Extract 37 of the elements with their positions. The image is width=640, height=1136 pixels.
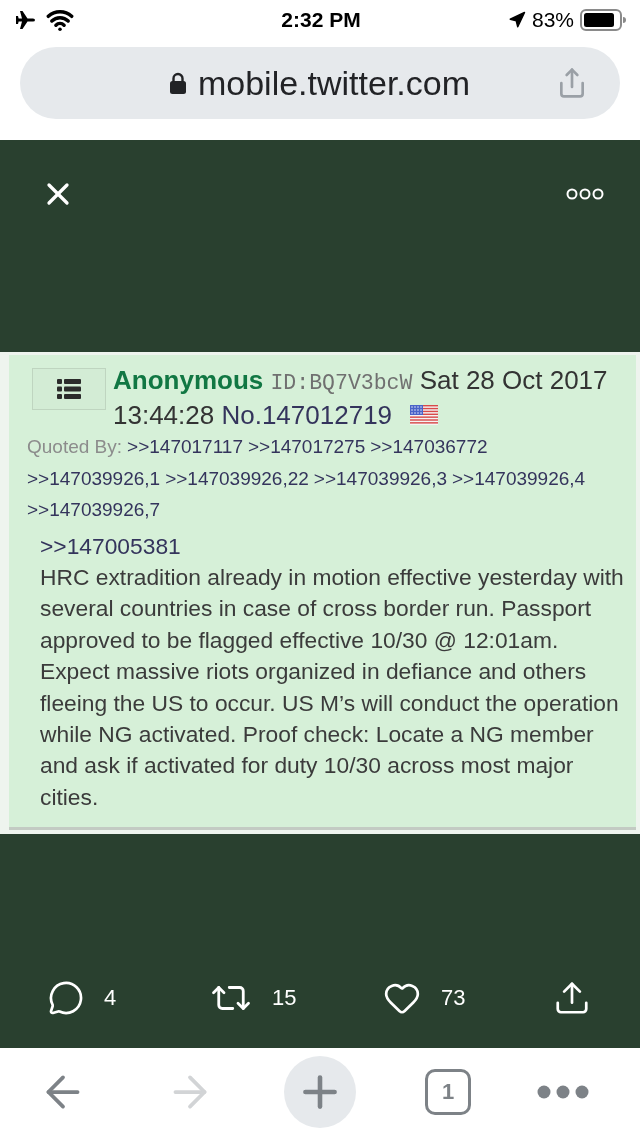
post-menu-button[interactable]	[32, 368, 106, 410]
retweet-button[interactable]: 15	[210, 977, 297, 1019]
quote-link[interactable]: >>147039926,22	[165, 462, 309, 494]
more-button[interactable]	[566, 188, 604, 200]
post-date: Sat 28 Oct 2017	[419, 365, 608, 395]
quote-link[interactable]: >>147039926,3	[313, 462, 447, 494]
battery-percent: 83%	[531, 8, 574, 32]
more-icon	[537, 1085, 589, 1099]
post-number[interactable]: No.147012719	[221, 400, 393, 430]
location-arrow-icon	[507, 11, 526, 29]
reply-button[interactable]: 4	[48, 980, 117, 1016]
post-message: HRC extradition already in motion effective yesterday with several countries in case of cross border run. Passport approved to be flagged effective 10/30 @ 12:01am. Expect massive riots organized in defiance and others fleeing the US to occur. US M’s will conduct the operation while NG activated. Proof check: Locate a NG member and ask if activated for duty 10/30 across most major cities.	[40, 562, 625, 812]
quote-link[interactable]: >>147039926,1	[27, 462, 161, 494]
poster-id: ID:BQ7V3bcW	[270, 371, 413, 395]
tabs-button[interactable]: 1	[425, 1069, 471, 1115]
quote-link[interactable]: >>147017275	[247, 431, 366, 463]
quote-link[interactable]: >>147036772	[370, 431, 488, 463]
quote-link[interactable]: >>147039926,4	[452, 462, 586, 494]
airplane-icon	[16, 11, 36, 29]
post-time: 13:44:28	[113, 400, 215, 430]
url-text[interactable]: mobile.twitter.com	[197, 63, 471, 103]
quoted-by-label: Quoted By:	[27, 435, 123, 459]
quote-link[interactable]: >>147017117	[127, 431, 243, 463]
address-bar[interactable]: mobile.twitter.com	[20, 47, 620, 119]
more-icon	[566, 188, 604, 200]
like-button[interactable]: 73	[383, 979, 466, 1017]
poster-name: Anonymous	[113, 365, 264, 395]
lock-icon	[169, 72, 186, 94]
speech-bubble-icon	[48, 980, 84, 1016]
list-icon	[57, 379, 81, 399]
battery-icon	[580, 9, 626, 31]
flag-icon	[410, 405, 439, 425]
quote-link[interactable]: >>147039926,7	[27, 494, 161, 526]
share-icon	[553, 979, 591, 1017]
status-time: 2:32 PM	[281, 8, 361, 32]
reply-link[interactable]: >>147005381	[40, 530, 625, 562]
share-button[interactable]	[553, 979, 591, 1017]
